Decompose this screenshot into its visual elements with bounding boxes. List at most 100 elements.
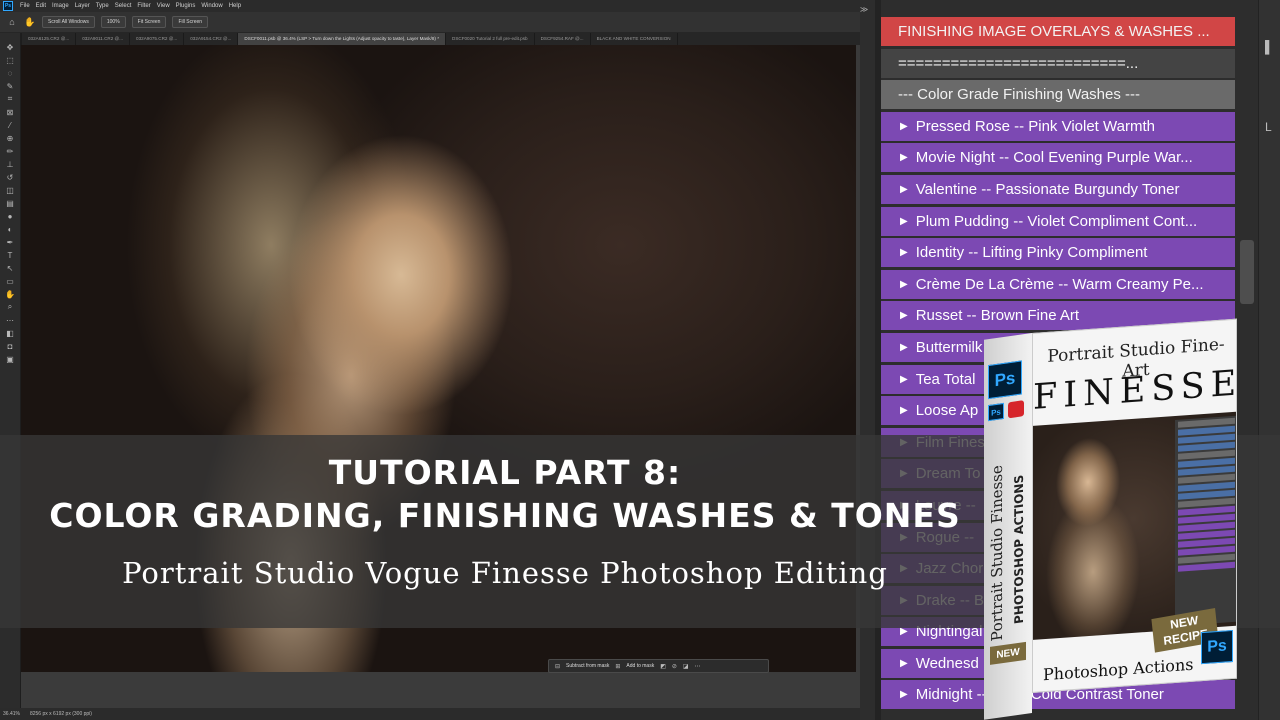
menu-view[interactable]: View	[154, 3, 173, 9]
action-item[interactable]: ▶ Pressed Rose -- Pink Violet Warmth	[881, 111, 1235, 141]
crop-tool-icon[interactable]: ⌗	[4, 93, 16, 105]
frame-tool-icon[interactable]: ⊠	[4, 106, 16, 118]
add-to-mask-button[interactable]: Add to mask	[626, 663, 654, 669]
healing-brush-tool-icon[interactable]: ⊕	[4, 132, 16, 144]
product-side-text: Portrait Studio Finesse PHOTOSHOP ACTION…	[986, 433, 1030, 669]
action-set-header[interactable]: --- Color Grade Finishing Washes ---	[881, 80, 1235, 110]
action-label: Identity -- Lifting Pinky Compliment	[915, 244, 1148, 262]
tab-document[interactable]: 032A9011.CR2 @...	[76, 33, 131, 45]
photoshop-logo-icon[interactable]: Ps	[3, 1, 13, 11]
pen-tool-icon[interactable]: ✒	[4, 236, 16, 248]
expand-triangle-icon[interactable]: ▶	[900, 405, 908, 416]
menu-select[interactable]: Select	[112, 3, 135, 9]
quick-mask-icon[interactable]: ◘	[4, 340, 16, 352]
tab-document[interactable]: 032A9075.CR2 @...	[130, 33, 185, 45]
properties-panel-icon[interactable]: L	[1265, 120, 1272, 134]
menu-filter[interactable]: Filter	[134, 3, 153, 9]
fill-screen-button[interactable]: Fill Screen	[172, 16, 209, 28]
expand-triangle-icon[interactable]: ▶	[900, 216, 908, 227]
more-options-icon[interactable]: ⋯	[695, 663, 701, 670]
expand-triangle-icon[interactable]: ▶	[900, 658, 908, 669]
tab-document[interactable]: DSCF0020 Tutorial 2 full pre-edit.psb	[446, 33, 535, 45]
invert-mask-icon[interactable]: ⊘	[672, 663, 677, 670]
action-item[interactable]: ▶ Crème De La Crème -- Warm Creamy Pe...	[881, 269, 1235, 299]
zoom-100-button[interactable]: 100%	[100, 16, 126, 28]
layers-panel-icon[interactable]: ▌	[1265, 40, 1274, 54]
expand-triangle-icon[interactable]: ▶	[900, 279, 908, 290]
eraser-tool-icon[interactable]: ◫	[4, 184, 16, 196]
quick-select-tool-icon[interactable]: ✎	[4, 80, 16, 92]
action-label: Crème De La Crème -- Warm Creamy Pe...	[915, 275, 1204, 293]
action-label: Movie Night -- Cool Evening Purple War..…	[915, 149, 1193, 167]
marquee-tool-icon[interactable]: ⬚	[4, 54, 16, 66]
action-label: Russet -- Brown Fine Art	[915, 307, 1080, 325]
actions-scrollbar-thumb[interactable]	[1240, 240, 1254, 304]
mask-settings-icon[interactable]: ◪	[683, 663, 689, 670]
menu-window[interactable]: Window	[198, 3, 225, 9]
action-item[interactable]: ▶ Movie Night -- Cool Evening Purple War.…	[881, 143, 1235, 173]
eyedropper-tool-icon[interactable]: ⁄	[4, 119, 16, 131]
action-item[interactable]: ▶ Valentine -- Passionate Burgundy Toner	[881, 174, 1235, 204]
menu-image[interactable]: Image	[49, 3, 72, 9]
creative-cloud-icon	[1008, 400, 1024, 419]
shape-tool-icon[interactable]: ▭	[4, 275, 16, 287]
action-label: FINISHING IMAGE OVERLAYS & WASHES ...	[898, 23, 1210, 40]
expand-triangle-icon[interactable]: ▶	[900, 152, 908, 163]
expand-triangle-icon[interactable]: ▶	[900, 689, 908, 700]
menu-type[interactable]: Type	[93, 3, 112, 9]
menu-file[interactable]: File	[17, 3, 33, 9]
add-mask-icon: ⊞	[615, 663, 621, 670]
product-side-subtitle: PHOTOSHOP ACTIONS	[1012, 474, 1026, 626]
action-label: Tea Total	[915, 370, 976, 388]
menu-edit[interactable]: Edit	[33, 3, 49, 9]
tab-document[interactable]: DSCF9254.RAF @...	[535, 33, 591, 45]
menu-layer[interactable]: Layer	[72, 3, 93, 9]
zoom-level[interactable]: 36.41%	[3, 711, 20, 717]
tab-document[interactable]: 032A6125.CR2 @...	[22, 33, 77, 45]
expand-triangle-icon[interactable]: ▶	[900, 342, 908, 353]
subtract-from-mask-button[interactable]: Subtract from mask	[566, 663, 609, 669]
action-item[interactable]: ▶ Identity -- Lifting Pinky Compliment	[881, 238, 1235, 268]
expand-triangle-icon[interactable]: ▶	[900, 121, 908, 132]
expand-triangle-icon[interactable]: ▶	[900, 374, 908, 385]
fit-screen-button[interactable]: Fit Screen	[131, 16, 167, 28]
action-label: Pressed Rose -- Pink Violet Warmth	[915, 117, 1155, 135]
action-label: Valentine -- Passionate Burgundy Toner	[915, 180, 1180, 198]
menu-plugins[interactable]: Plugins	[173, 3, 199, 9]
move-tool-icon[interactable]: ✥	[4, 41, 16, 53]
expand-triangle-icon[interactable]: ▶	[900, 247, 908, 258]
hand-tool-icon[interactable]: ✋	[24, 16, 36, 28]
photoshop-small-icon: Ps	[988, 402, 1004, 422]
expand-triangle-icon[interactable]: ▶	[900, 184, 908, 195]
action-set-header[interactable]: ==========================...	[881, 48, 1235, 78]
path-select-tool-icon[interactable]: ↖	[4, 262, 16, 274]
color-swatches-icon[interactable]: ◧	[4, 327, 16, 339]
product-box-front: Portrait Studio Fine-Art FINESSE NEW REC…	[1032, 318, 1237, 693]
tab-document-active[interactable]: DSCF0011.psb @ 36.4% (LSP > Turn down th…	[238, 33, 446, 45]
action-set-header[interactable]: FINISHING IMAGE OVERLAYS & WASHES ...	[881, 17, 1235, 46]
preview-row	[1178, 561, 1235, 572]
tab-document[interactable]: 032A9154.CR2 @...	[184, 33, 239, 45]
tab-document[interactable]: BLACK AND WHITE CONVERSION	[591, 33, 678, 45]
action-item[interactable]: ▶ Plum Pudding -- Violet Compliment Cont.…	[881, 206, 1235, 236]
lasso-tool-icon[interactable]: ◌	[4, 67, 16, 79]
more-tools-icon[interactable]: ⋯	[4, 314, 16, 326]
mask-option-icon[interactable]: ◩	[660, 663, 666, 670]
zoom-tool-icon[interactable]: ⌕	[4, 301, 16, 313]
action-label: Wednesd	[915, 654, 979, 672]
scroll-all-windows-checkbox[interactable]: Scroll All Windows	[42, 16, 95, 28]
clone-stamp-tool-icon[interactable]: ⊥	[4, 158, 16, 170]
blur-tool-icon[interactable]: ●	[4, 210, 16, 222]
menu-help[interactable]: Help	[226, 3, 244, 9]
gradient-tool-icon[interactable]: ▤	[4, 197, 16, 209]
expand-triangle-icon[interactable]: ▶	[900, 310, 908, 321]
home-icon[interactable]: ⌂	[6, 16, 18, 28]
dodge-tool-icon[interactable]: ◐	[4, 223, 16, 235]
hand-tool-icon[interactable]: ✋	[4, 288, 16, 300]
type-tool-icon[interactable]: T	[4, 249, 16, 261]
product-panel-preview	[1175, 415, 1237, 627]
collapse-panels-icon[interactable]: ≫	[856, 3, 872, 15]
history-brush-tool-icon[interactable]: ↺	[4, 171, 16, 183]
brush-tool-icon[interactable]: ✏	[4, 145, 16, 157]
screen-mode-icon[interactable]: ▣	[4, 353, 16, 365]
